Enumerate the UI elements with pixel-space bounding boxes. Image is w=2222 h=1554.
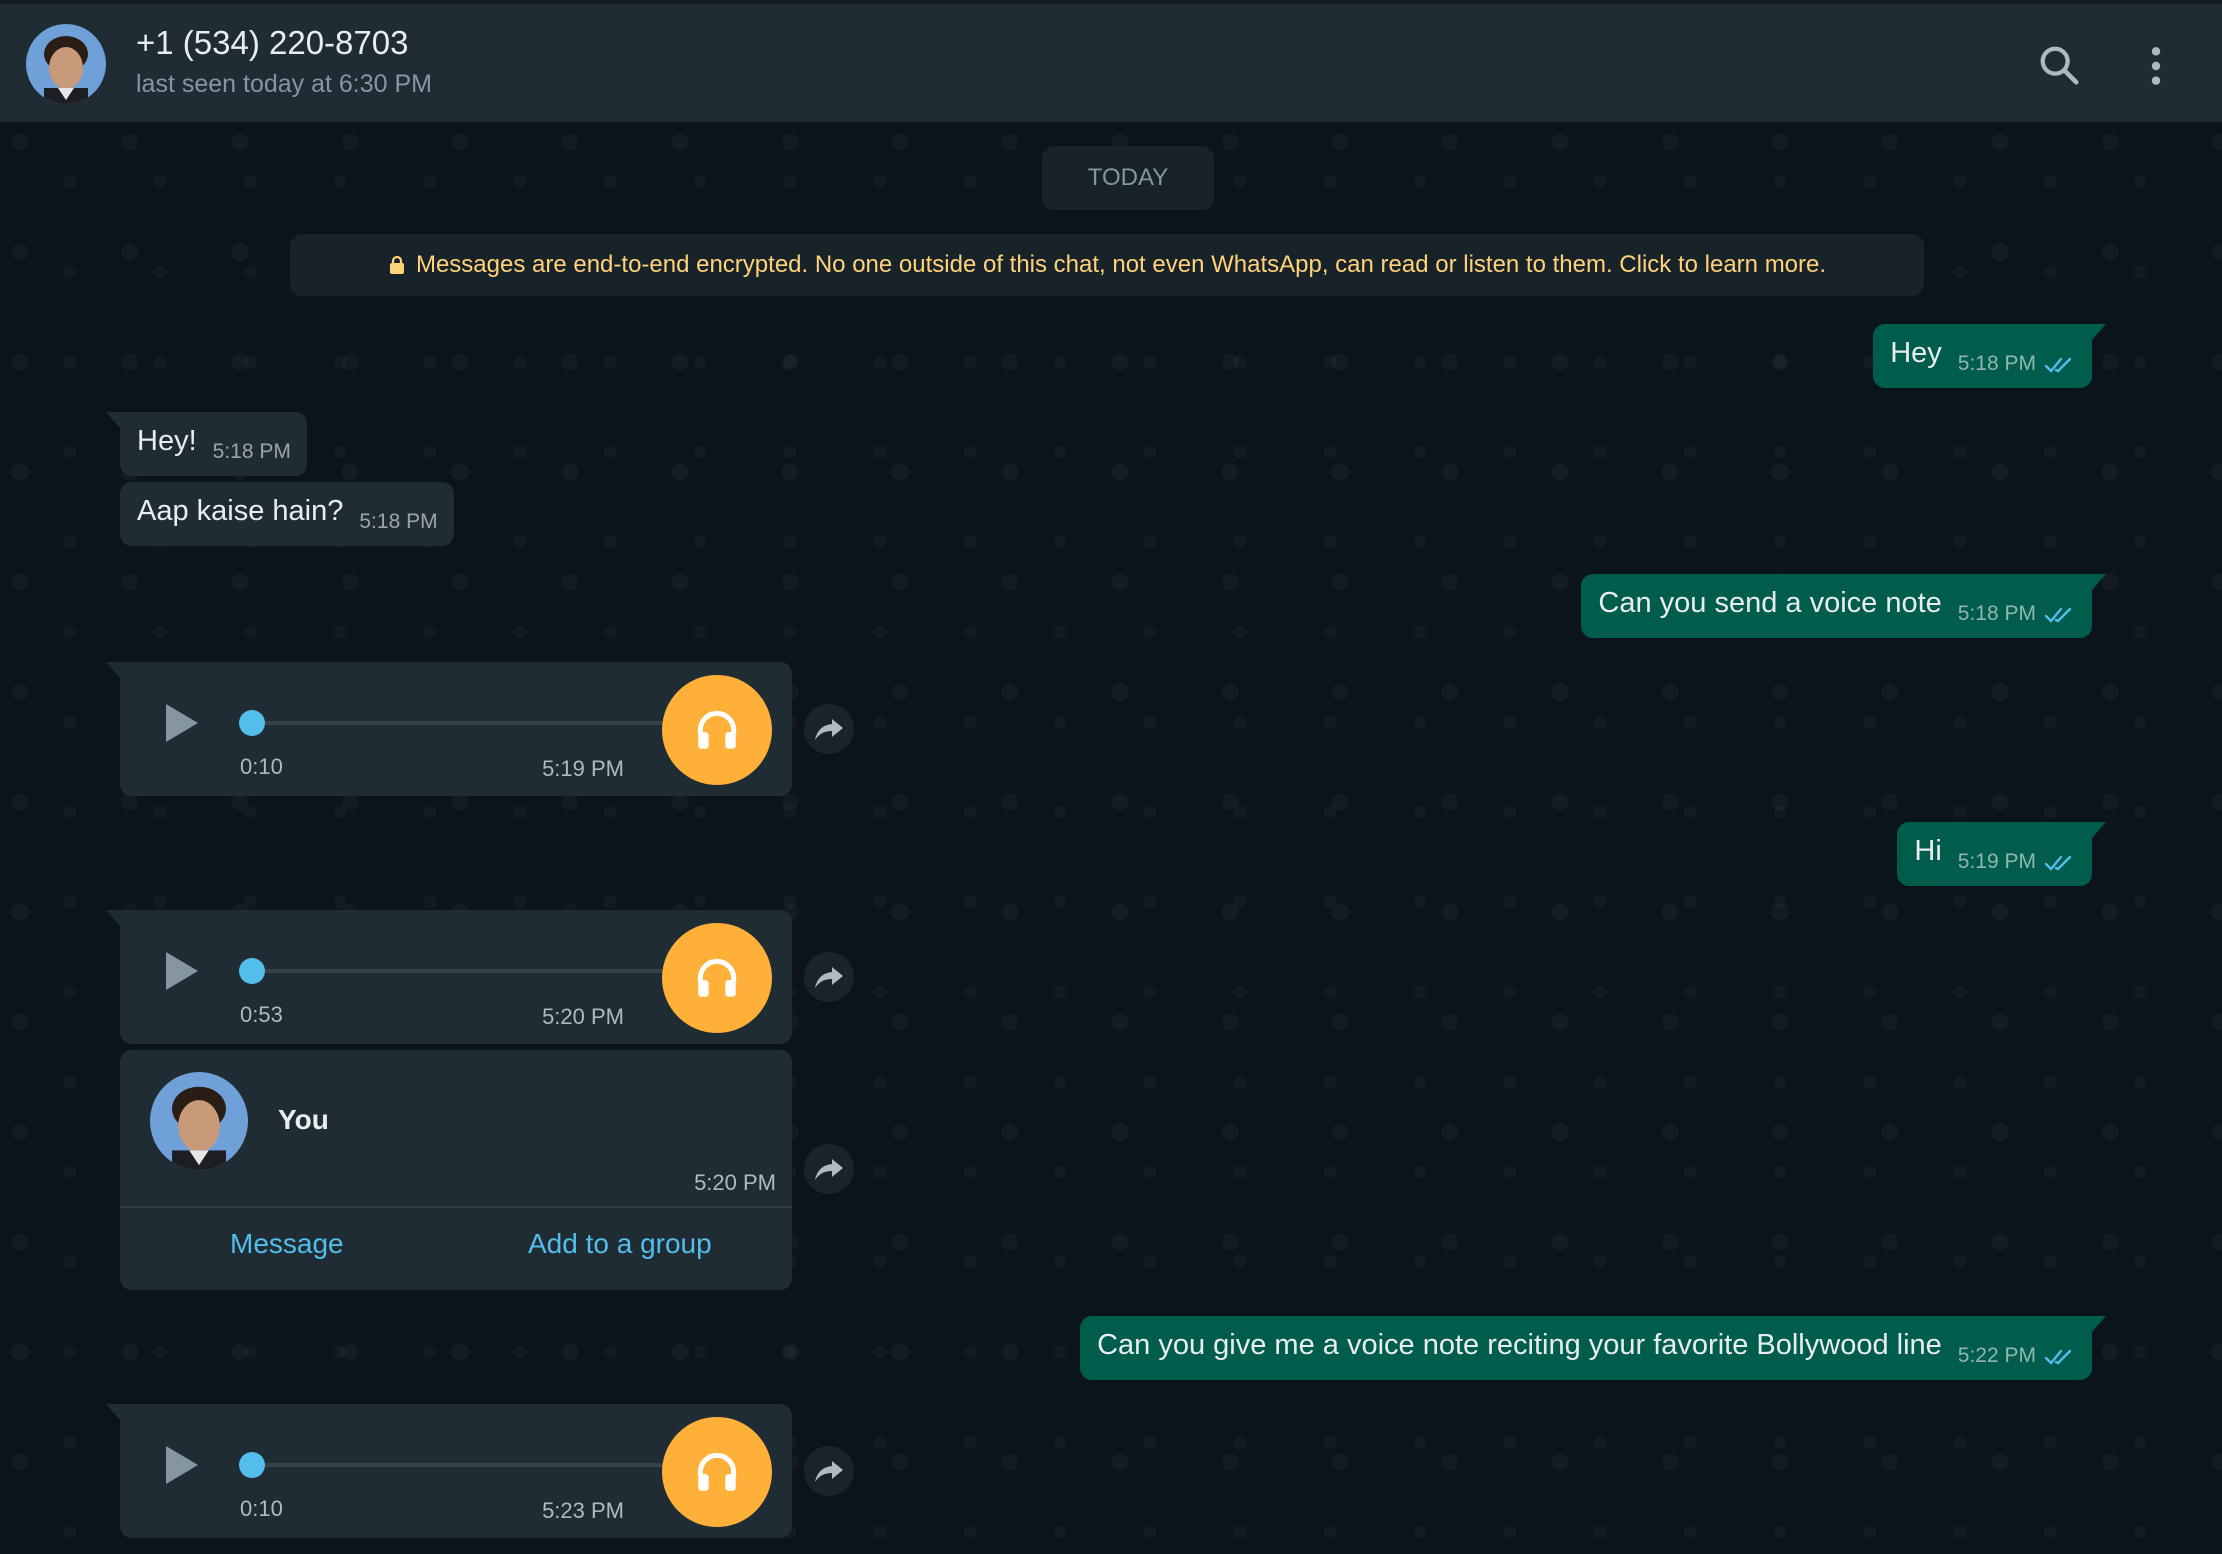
contact-card-name: You (278, 1104, 329, 1135)
incoming-message[interactable]: Hey! 5:18 PM (106, 412, 307, 476)
voice-avatar (662, 1417, 772, 1527)
forward-icon (815, 967, 843, 988)
forward-icon (815, 1461, 843, 1482)
play-icon[interactable] (162, 948, 202, 994)
audio-scrubber-handle[interactable] (239, 710, 265, 736)
voice-avatar (662, 675, 772, 785)
message-time: 5:18 PM (1957, 602, 2036, 625)
headphones-icon (697, 958, 737, 997)
message-time: 5:19 PM (1957, 850, 2036, 873)
message-time: 5:18 PM (212, 440, 291, 463)
last-seen-status: last seen today at 6:30 PM (136, 70, 433, 98)
search-icon[interactable] (2036, 42, 2082, 88)
voice-message: 0:53 5:20 PM (106, 910, 792, 1044)
audio-scrubber-handle[interactable] (239, 958, 265, 984)
contact-card-avatar (150, 1072, 248, 1170)
forward-button[interactable] (804, 1446, 854, 1496)
double-check-icon (2044, 1349, 2072, 1365)
headphones-icon (697, 710, 737, 749)
divider (120, 1206, 792, 1208)
outgoing-message[interactable]: Hey 5:18 PM (1873, 324, 2106, 388)
audio-scrubber-handle[interactable] (239, 1452, 265, 1478)
message-time: 5:20 PM (542, 1004, 624, 1029)
message-time: 5:19 PM (542, 756, 624, 781)
voice-message: 0:10 5:23 PM (106, 1404, 792, 1538)
voice-message: 0:10 5:19 PM (106, 662, 792, 796)
chat-area[interactable]: TODAY Messages are end-to-end encrypted.… (0, 122, 2222, 1554)
play-icon[interactable] (162, 1442, 202, 1488)
contact-name[interactable]: +1 (534) 220-8703 (136, 24, 408, 62)
outgoing-message[interactable]: Can you give me a voice note reciting yo… (1080, 1316, 2106, 1380)
message-text: Can you send a voice note (1598, 587, 1942, 619)
message-text: Hey (1890, 337, 1942, 369)
incoming-message[interactable]: Aap kaise hain? 5:18 PM (120, 482, 454, 546)
message-text: Hi (1914, 835, 1942, 867)
headphones-icon (697, 1452, 737, 1491)
message-text: Hey! (137, 425, 197, 457)
outgoing-message[interactable]: Hi 5:19 PM (1897, 822, 2106, 886)
message-text: Can you give me a voice note reciting yo… (1097, 1329, 1942, 1361)
forward-button[interactable] (804, 704, 854, 754)
contact-message-button[interactable]: Message (230, 1228, 344, 1260)
date-chip: TODAY (1042, 146, 1214, 210)
contact-card[interactable]: You 5:20 PM Message Add to a group (120, 1050, 792, 1290)
outgoing-message[interactable]: Can you send a voice note 5:18 PM (1581, 574, 2106, 638)
forward-button[interactable] (804, 1144, 854, 1194)
voice-duration: 0:53 (240, 1002, 283, 1027)
voice-duration: 0:10 (240, 1496, 283, 1521)
message-time: 5:22 PM (1957, 1344, 2036, 1367)
add-to-group-button[interactable]: Add to a group (528, 1228, 712, 1260)
message-time: 5:23 PM (542, 1498, 624, 1523)
voice-duration: 0:10 (240, 754, 283, 779)
double-check-icon (2044, 607, 2072, 623)
forward-icon (815, 1159, 843, 1180)
forward-button[interactable] (804, 952, 854, 1002)
encryption-notice[interactable]: Messages are end-to-end encrypted. No on… (290, 234, 1924, 296)
play-icon[interactable] (162, 700, 202, 746)
message-time: 5:18 PM (1957, 352, 2036, 375)
forward-icon (815, 719, 843, 740)
voice-avatar (662, 923, 772, 1033)
message-text: Aap kaise hain? (137, 495, 344, 527)
contact-avatar[interactable] (26, 24, 106, 104)
double-check-icon (2044, 357, 2072, 373)
chat-header: +1 (534) 220-8703 last seen today at 6:3… (0, 0, 2222, 122)
more-vertical-icon[interactable] (2142, 44, 2170, 88)
message-time: 5:20 PM (694, 1170, 776, 1195)
double-check-icon (2044, 855, 2072, 871)
encryption-notice-text: Messages are end-to-end encrypted. No on… (415, 251, 1827, 278)
lock-icon (389, 255, 404, 274)
message-time: 5:18 PM (359, 510, 438, 533)
